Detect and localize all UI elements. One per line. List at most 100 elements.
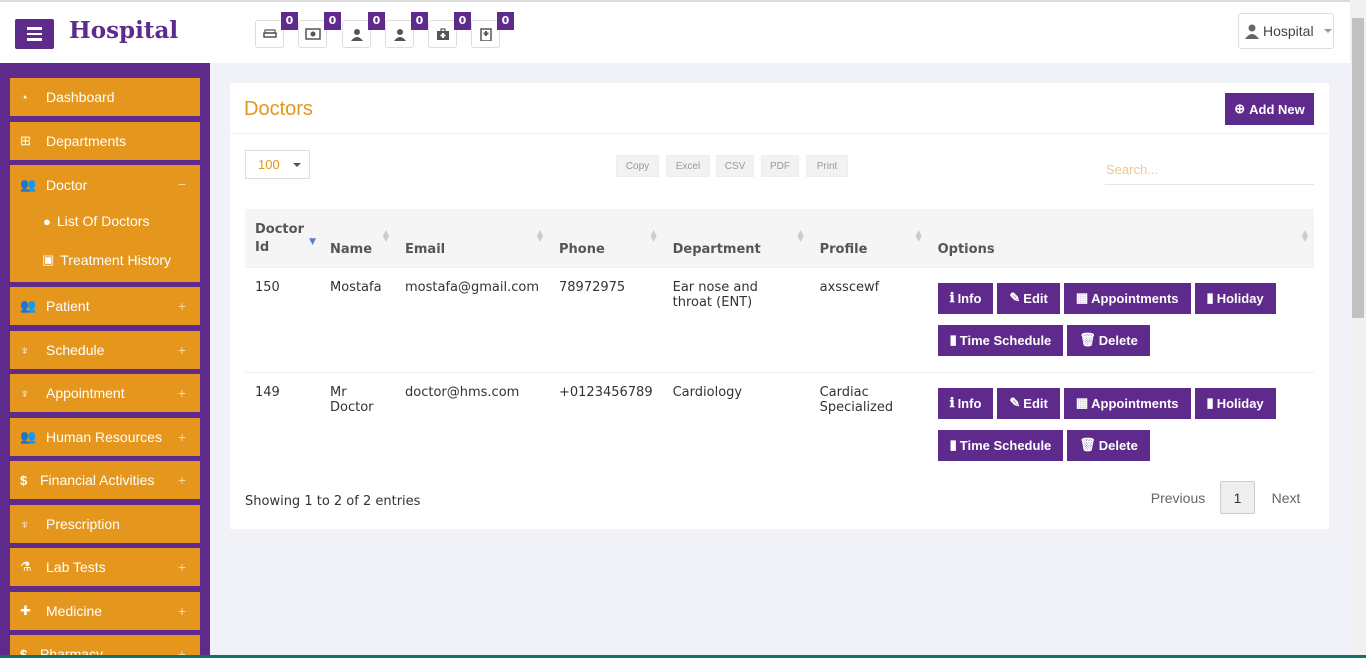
edit-button[interactable]: ✎ Edit bbox=[997, 387, 1060, 419]
user-menu-dropdown[interactable]: Hospital bbox=[1238, 13, 1334, 49]
dashboard-icon: ◔ bbox=[20, 89, 28, 105]
sidebar-item-schedule[interactable]: ♆ Schedule + bbox=[10, 331, 200, 369]
button-label: Holiday bbox=[1216, 290, 1264, 306]
edit-button[interactable]: ✎ Edit bbox=[997, 282, 1060, 314]
table-row: 150 Mostafa mostafa@gmail.com 78972975 E… bbox=[245, 266, 1314, 372]
sidebar-item-human-resources[interactable]: 👥 Human Resources + bbox=[10, 418, 200, 456]
trash-icon: 🗑 bbox=[1079, 332, 1096, 347]
appointments-button[interactable]: ▦ Appointments bbox=[1063, 282, 1191, 314]
expand-icon: + bbox=[177, 559, 186, 575]
delete-button[interactable]: 🗑 Delete bbox=[1067, 324, 1150, 356]
search-input[interactable] bbox=[1105, 155, 1314, 185]
user-icon: ● bbox=[43, 213, 51, 229]
money-icon bbox=[304, 28, 321, 40]
cell-profile: axsscewf bbox=[809, 266, 928, 372]
cell-doctor-id: 149 bbox=[245, 371, 320, 477]
column-header-profile[interactable]: Profile ▲ ▼ bbox=[810, 209, 928, 267]
top-bar: Hospital 0 0 0 0 0 0 Hospital bbox=[0, 0, 1350, 63]
add-new-button[interactable]: ⊕ Add New bbox=[1225, 93, 1314, 125]
medicine-notification-button[interactable]: 0 bbox=[428, 12, 471, 48]
chevron-down-icon bbox=[1323, 29, 1332, 33]
sidebar-item-label: Patient bbox=[46, 298, 90, 314]
info-button[interactable]: ℹ Info bbox=[937, 387, 994, 419]
cell-options: ℹ Info ✎ Edit ▦ Appointments ▮ Holiday ▮ Time Sch… bbox=[927, 371, 1314, 477]
button-label: Delete bbox=[1098, 437, 1138, 453]
sidebar-item-doctor[interactable]: 👥 Doctor bbox=[20, 177, 87, 193]
page-size-select[interactable]: 100 bbox=[245, 150, 310, 179]
sort-icon: ▲ ▼ bbox=[797, 228, 804, 243]
time-schedule-button[interactable]: ▮ Time Schedule bbox=[937, 324, 1064, 356]
notification-badge: 0 bbox=[411, 12, 428, 30]
column-header-name[interactable]: Name ▲ ▼ bbox=[320, 209, 395, 267]
button-label: Edit bbox=[1023, 395, 1048, 411]
book-icon: ▮ bbox=[949, 332, 957, 347]
sidebar-item-medicine[interactable]: ✚ Medicine + bbox=[10, 592, 200, 630]
info-icon: ℹ bbox=[949, 395, 955, 410]
cell-email: doctor@hms.com bbox=[395, 371, 549, 477]
holiday-button[interactable]: ▮ Holiday bbox=[1194, 282, 1276, 314]
column-header-doctor-id[interactable]: Doctor Id ▼ bbox=[245, 209, 320, 267]
doctors-table: Doctor Id ▼ Name ▲ ▼ Email ▲ ▼ Phone ▲ ▼ Depar… bbox=[245, 209, 1314, 477]
table-row: 149 Mr Doctor doctor@hms.com +0123456789… bbox=[245, 371, 1314, 477]
sidebar-item-prescription[interactable]: ♆ Prescription bbox=[10, 505, 200, 543]
doctor-notification-button[interactable]: 0 bbox=[385, 12, 428, 48]
delete-button[interactable]: 🗑 Delete bbox=[1067, 429, 1150, 461]
sidebar: ◔ Dashboard ⊞ Departments 👥 Doctor − ● L… bbox=[0, 63, 210, 658]
sidebar-item-lab-tests[interactable]: ⚗ Lab Tests + bbox=[10, 548, 200, 586]
sidebar-item-list-of-doctors[interactable]: ● List Of Doctors bbox=[43, 213, 149, 229]
sidebar-item-financial-activities[interactable]: $ Financial Activities + bbox=[10, 461, 200, 499]
cell-phone: +0123456789 bbox=[549, 371, 663, 477]
print-button[interactable]: Print bbox=[806, 155, 848, 177]
button-label: Edit bbox=[1023, 290, 1048, 306]
users-icon: 👥 bbox=[20, 298, 37, 313]
sort-icon: ▲ ▼ bbox=[382, 228, 389, 243]
csv-button[interactable]: CSV bbox=[716, 155, 754, 177]
chevron-down-icon bbox=[293, 163, 301, 167]
notification-badge: 0 bbox=[281, 12, 298, 30]
button-label: Holiday bbox=[1216, 395, 1264, 411]
sort-desc-icon: ▼ bbox=[309, 237, 316, 247]
page-1-button[interactable]: 1 bbox=[1220, 481, 1255, 514]
holiday-button[interactable]: ▮ Holiday bbox=[1194, 387, 1276, 419]
sidebar-item-label: Financial Activities bbox=[40, 472, 155, 488]
appointments-button[interactable]: ▦ Appointments bbox=[1063, 387, 1191, 419]
bed-icon bbox=[262, 29, 277, 38]
collapse-icon[interactable]: − bbox=[178, 176, 186, 192]
patient-notification-button[interactable]: 0 bbox=[342, 12, 385, 48]
stethoscope-icon: ♆ bbox=[20, 342, 30, 358]
payment-notification-button[interactable]: 0 bbox=[298, 12, 341, 48]
users-icon: 👥 bbox=[20, 177, 37, 192]
notification-badge: 0 bbox=[454, 12, 471, 30]
column-header-phone[interactable]: Phone ▲ ▼ bbox=[549, 209, 663, 267]
sidebar-item-treatment-history[interactable]: ▣ Treatment History bbox=[42, 252, 171, 268]
column-header-email[interactable]: Email ▲ ▼ bbox=[395, 209, 549, 267]
sidebar-item-appointment[interactable]: ♆ Appointment + bbox=[10, 374, 200, 412]
bed-notification-button[interactable]: 0 bbox=[255, 12, 298, 48]
scrollbar-thumb[interactable] bbox=[1352, 18, 1364, 318]
column-header-options[interactable]: Options ▲ ▼ bbox=[928, 209, 1314, 267]
cell-department: Ear nose and throat (ENT) bbox=[662, 266, 810, 372]
cell-profile: Cardiac Specialized bbox=[809, 371, 928, 477]
sidebar-item-dashboard[interactable]: ◔ Dashboard bbox=[10, 78, 200, 116]
column-header-department[interactable]: Department ▲ ▼ bbox=[663, 209, 810, 267]
trash-icon: 🗑 bbox=[1079, 437, 1096, 452]
pdf-button[interactable]: PDF bbox=[761, 155, 799, 177]
next-page-button[interactable]: Next bbox=[1265, 481, 1307, 514]
hospital-notification-button[interactable]: 0 bbox=[471, 12, 514, 48]
sidebar-item-patient[interactable]: 👥 Patient + bbox=[10, 287, 200, 325]
copy-button[interactable]: Copy bbox=[616, 155, 659, 177]
previous-page-button[interactable]: Previous bbox=[1143, 481, 1213, 514]
plus-circle-icon: ⊕ bbox=[1234, 101, 1246, 116]
user-icon bbox=[350, 28, 363, 41]
menu-toggle-button[interactable] bbox=[15, 19, 54, 49]
add-new-label: Add New bbox=[1249, 101, 1305, 117]
excel-button[interactable]: Excel bbox=[666, 155, 710, 177]
cell-doctor-id: 150 bbox=[245, 266, 320, 372]
page-scrollbar[interactable] bbox=[1350, 0, 1366, 658]
info-button[interactable]: ℹ Info bbox=[937, 282, 994, 314]
brand-logo[interactable]: Hospital bbox=[69, 17, 178, 44]
time-schedule-button[interactable]: ▮ Time Schedule bbox=[937, 429, 1064, 461]
sort-icon: ▲ ▼ bbox=[1301, 228, 1308, 243]
sidebar-item-departments[interactable]: ⊞ Departments bbox=[10, 122, 200, 160]
stethoscope-icon: ♆ bbox=[20, 385, 30, 401]
